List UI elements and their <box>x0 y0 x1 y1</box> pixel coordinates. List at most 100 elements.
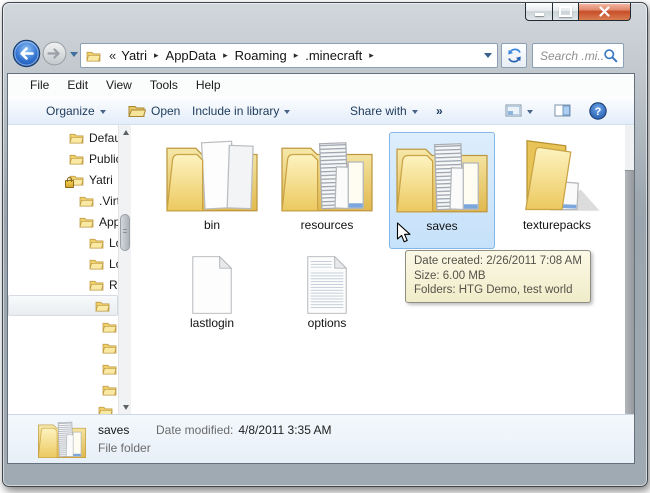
menu-item[interactable]: Edit <box>58 74 97 96</box>
content-scrollbar[interactable] <box>625 125 634 415</box>
tree-item[interactable]: Yatri <box>8 169 118 190</box>
close-button[interactable] <box>579 3 631 21</box>
minimize-button[interactable] <box>525 3 553 21</box>
open-button[interactable]: Open <box>128 97 180 124</box>
maximize-button[interactable] <box>553 3 579 21</box>
file-label: resources <box>300 218 354 232</box>
include-in-library-button[interactable]: Include in library <box>192 97 291 124</box>
tree-item[interactable] <box>8 337 118 358</box>
breadcrumb-segment[interactable]: Roaming <box>234 48 288 63</box>
file-item-texturepacks[interactable]: texturepacks <box>504 132 610 233</box>
folder-icon <box>89 257 104 270</box>
breadcrumb-segment[interactable]: .minecraft <box>304 48 363 63</box>
tree-item[interactable]: App <box>8 211 118 232</box>
address-dropdown-icon[interactable] <box>484 53 492 58</box>
menu-item[interactable]: View <box>97 74 141 96</box>
tree-item[interactable]: Public <box>8 148 118 169</box>
tree-item[interactable] <box>8 295 118 316</box>
navigation-pane: Defau Public Yatri <box>8 125 118 414</box>
dropdown-arrow-icon <box>99 109 106 114</box>
file-label: texturepacks <box>522 218 592 232</box>
back-button[interactable] <box>12 39 41 68</box>
tree-item-label: Yatri <box>89 172 113 187</box>
breadcrumb-separator-icon[interactable]: ▸ <box>369 50 374 61</box>
content-scrollbar-thumb[interactable] <box>625 170 634 415</box>
breadcrumb-separator-icon[interactable]: ▸ <box>294 50 299 61</box>
breadcrumb-segment[interactable]: AppData <box>165 48 218 63</box>
toolbar-overflow-button[interactable]: » <box>436 97 443 124</box>
tree-scrollbar-thumb[interactable] <box>120 214 130 251</box>
tooltip-line-size: Size: 6.00 MB <box>414 269 486 282</box>
folder-icon <box>95 299 110 312</box>
forward-button[interactable] <box>42 41 67 66</box>
file-label: bin <box>203 218 220 232</box>
tooltip-line-folders: Folders: HTG Demo, test world <box>414 284 573 296</box>
dropdown-arrow-icon <box>284 109 291 114</box>
folder-icon <box>102 320 117 333</box>
refresh-icon <box>507 48 521 63</box>
tree-item[interactable] <box>8 379 118 400</box>
file-item-lastlogin[interactable]: lastlogin <box>159 253 265 331</box>
folder-icon <box>69 131 84 144</box>
dropdown-arrow-icon <box>527 109 533 114</box>
maximize-icon <box>559 6 572 17</box>
breadcrumb: Yatri ▸ AppData ▸ Roaming ▸ .minecraft ▸ <box>120 48 380 63</box>
folder-icon <box>98 404 113 414</box>
address-bar[interactable]: « Yatri ▸ AppData ▸ Roaming ▸ .minecraft… <box>80 43 498 68</box>
arrow-up-icon <box>122 129 129 135</box>
organize-button[interactable]: Organize <box>46 97 106 124</box>
file-item-bin[interactable]: bin <box>159 132 265 233</box>
tooltip-line-date: Date created: 2/26/2011 7:08 AM <box>414 255 582 267</box>
file-label: lastlogin <box>189 316 235 330</box>
menu-item[interactable]: File <box>21 74 58 96</box>
folder-stuffed-icon <box>164 137 260 217</box>
tree-item-label: Lc <box>109 256 118 271</box>
tree-item[interactable]: Lc <box>8 232 118 253</box>
document-text-icon <box>303 255 351 315</box>
help-button[interactable]: ? <box>589 97 607 124</box>
menu-item[interactable]: Help <box>187 74 230 96</box>
tree-scrollbar[interactable] <box>118 125 131 414</box>
recent-pages-dropdown-icon[interactable] <box>70 52 78 57</box>
document-blank-icon <box>188 255 236 315</box>
preview-pane-button[interactable] <box>554 97 571 124</box>
tree-item[interactable]: Defau <box>8 127 118 148</box>
search-icon[interactable] <box>603 48 618 63</box>
tree-item[interactable]: Rc <box>8 274 118 295</box>
details-pane: saves Date modified: 4/8/2011 3:35 AM Fil… <box>8 414 634 463</box>
breadcrumb-segment[interactable]: Yatri <box>120 48 148 63</box>
folder-open-icon <box>509 137 605 217</box>
file-item-resources[interactable]: resources <box>274 132 380 233</box>
tree-item[interactable]: .Virt <box>8 190 118 211</box>
command-bar: Organize Open Include in library Share w… <box>8 96 634 125</box>
views-button[interactable] <box>505 97 533 124</box>
tree-item-label: Defau <box>89 130 118 145</box>
refresh-button[interactable] <box>501 43 527 68</box>
caption-buttons <box>525 3 631 22</box>
search-input[interactable] <box>533 48 603 63</box>
scroll-up-button[interactable] <box>119 125 132 139</box>
breadcrumb-separator-icon[interactable]: ▸ <box>154 50 159 61</box>
breadcrumb-separator-icon[interactable]: ▸ <box>223 50 228 61</box>
address-folder-icon <box>86 49 101 62</box>
details-date-modified: Date modified: 4/8/2011 3:35 AM <box>156 423 332 437</box>
tree-item[interactable] <box>8 316 118 337</box>
folder-icon <box>89 278 104 291</box>
tree-item-label: .Virt <box>99 193 118 208</box>
selected-folder-icon <box>36 419 88 461</box>
arrow-down-icon <box>122 404 129 410</box>
tree-item-label: Lc <box>109 235 118 250</box>
scroll-down-button[interactable] <box>119 400 132 414</box>
tree-item-label: App <box>99 214 118 229</box>
lock-icon <box>65 177 74 188</box>
tree-item[interactable] <box>8 400 118 414</box>
details-file-type: File folder <box>98 441 151 455</box>
menu-item[interactable]: Tools <box>141 74 187 96</box>
dropdown-arrow-icon <box>411 109 418 114</box>
tree-item[interactable] <box>8 358 118 379</box>
breadcrumb-overflow[interactable]: « <box>109 48 116 63</box>
tree-item[interactable]: Lc <box>8 253 118 274</box>
share-with-button[interactable]: Share with <box>350 97 418 124</box>
folder-icon <box>102 362 117 375</box>
file-item-options[interactable]: options <box>274 253 380 331</box>
